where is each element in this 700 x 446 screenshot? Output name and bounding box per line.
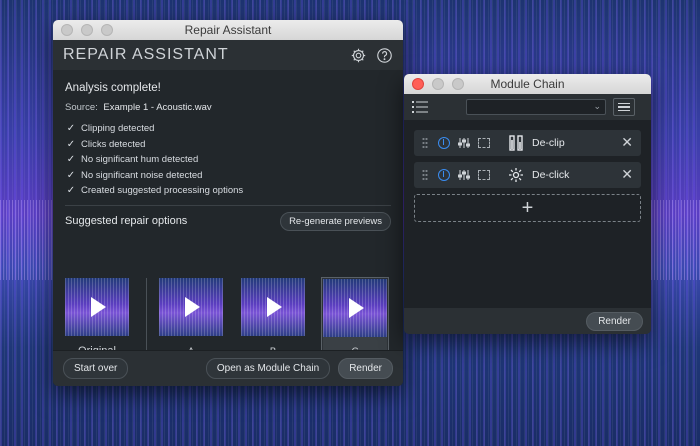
gear-icon[interactable] [349, 46, 367, 64]
sliders-icon[interactable] [458, 137, 470, 149]
repair-assistant-window: Repair Assistant REPAIR ASSISTANT Analys… [53, 20, 403, 386]
module-name: De-clip [532, 137, 565, 149]
start-over-button[interactable]: Start over [63, 358, 129, 379]
drag-handle-icon[interactable] [422, 169, 428, 181]
play-icon[interactable] [91, 297, 106, 317]
module-chain-footer: Render [404, 308, 651, 334]
close-icon[interactable]: ✕ [621, 167, 633, 181]
window-controls [412, 78, 464, 90]
zoom-window-button[interactable] [101, 24, 113, 36]
add-module-button[interactable]: + [414, 194, 641, 222]
render-button[interactable]: Render [586, 312, 643, 331]
declip-icon [508, 135, 524, 151]
play-icon[interactable] [185, 297, 200, 317]
checkmark-icon: ✓ [66, 185, 76, 197]
close-window-button[interactable] [412, 78, 424, 90]
open-module-chain-button[interactable]: Open as Module Chain [205, 358, 331, 379]
window-controls [61, 24, 113, 36]
power-icon[interactable] [438, 169, 450, 181]
menu-icon[interactable] [613, 98, 635, 116]
suggested-options-title: Suggested repair options [65, 215, 188, 227]
source-label: Source: [65, 102, 98, 113]
zoom-window-button[interactable] [452, 78, 464, 90]
checkmark-icon: ✓ [66, 138, 76, 150]
power-icon[interactable] [438, 137, 450, 149]
bypass-compare-icon[interactable] [478, 138, 490, 148]
minimize-window-button[interactable] [432, 78, 444, 90]
minimize-window-button[interactable] [81, 24, 93, 36]
repair-assistant-body: Analysis complete! Source: Example 1 - A… [53, 70, 403, 386]
play-icon[interactable] [267, 297, 282, 317]
option-b[interactable]: B [241, 278, 305, 357]
close-icon[interactable]: ✕ [621, 135, 633, 149]
list-icon[interactable] [412, 100, 428, 114]
preset-dropdown[interactable]: ⌄ [466, 99, 606, 115]
module-list: De-clip ✕ De-click ✕ + [404, 120, 651, 308]
preview-thumbnail[interactable] [159, 278, 223, 336]
option-original[interactable]: Original [65, 278, 129, 357]
list-item: ✓ No significant hum detected [66, 154, 199, 166]
module-chain-titlebar[interactable]: Module Chain [404, 74, 651, 94]
module-chain-toolbar: ⌄ [404, 94, 651, 120]
list-item: ✓ Clicks detected [66, 138, 146, 150]
preview-thumbnail[interactable] [65, 278, 129, 336]
repair-assistant-footer: Start over Open as Module Chain Render [53, 350, 403, 386]
divider [65, 204, 391, 206]
bypass-compare-icon[interactable] [478, 170, 490, 180]
repair-assistant-header: REPAIR ASSISTANT [53, 40, 403, 70]
option-a[interactable]: A [159, 278, 223, 357]
list-item: ✓ No significant noise detected [66, 169, 203, 181]
analysis-results: ✓ Clipping detected ✓ Clicks detected ✓ No … [65, 121, 391, 199]
window-title: Module Chain [490, 77, 565, 91]
render-button[interactable]: Render [338, 358, 393, 379]
list-item: ✓ Created suggested processing options [66, 185, 244, 197]
repair-assistant-titlebar[interactable]: Repair Assistant [53, 20, 403, 40]
sliders-icon[interactable] [458, 169, 470, 181]
analysis-status: Analysis complete! [65, 82, 161, 94]
list-item: ✓ Clipping detected [66, 123, 155, 135]
module-row-declip[interactable]: De-clip ✕ [414, 130, 641, 156]
checkmark-icon: ✓ [66, 169, 76, 181]
source-line: Source: Example 1 - Acoustic.wav [65, 102, 391, 113]
preview-thumbnail[interactable] [241, 278, 305, 336]
module-name: De-click [532, 169, 570, 181]
source-filename: Example 1 - Acoustic.wav [103, 102, 212, 113]
help-icon[interactable] [375, 46, 393, 64]
window-title: Repair Assistant [184, 23, 272, 37]
page-title: REPAIR ASSISTANT [63, 46, 229, 63]
regenerate-previews-button[interactable]: Re-generate previews [280, 211, 391, 231]
declick-icon [508, 167, 524, 183]
chevron-down-icon: ⌄ [593, 101, 601, 111]
play-icon[interactable] [349, 298, 364, 318]
preview-thumbnail[interactable] [323, 279, 387, 337]
module-row-declick[interactable]: De-click ✕ [414, 162, 641, 188]
plus-icon: + [521, 196, 534, 219]
checkmark-icon: ✓ [66, 123, 76, 135]
close-window-button[interactable] [61, 24, 73, 36]
drag-handle-icon[interactable] [422, 137, 428, 149]
module-chain-window: Module Chain ⌄ De-clip ✕ De-click ✕ + Re… [404, 74, 651, 334]
checkmark-icon: ✓ [66, 154, 76, 166]
